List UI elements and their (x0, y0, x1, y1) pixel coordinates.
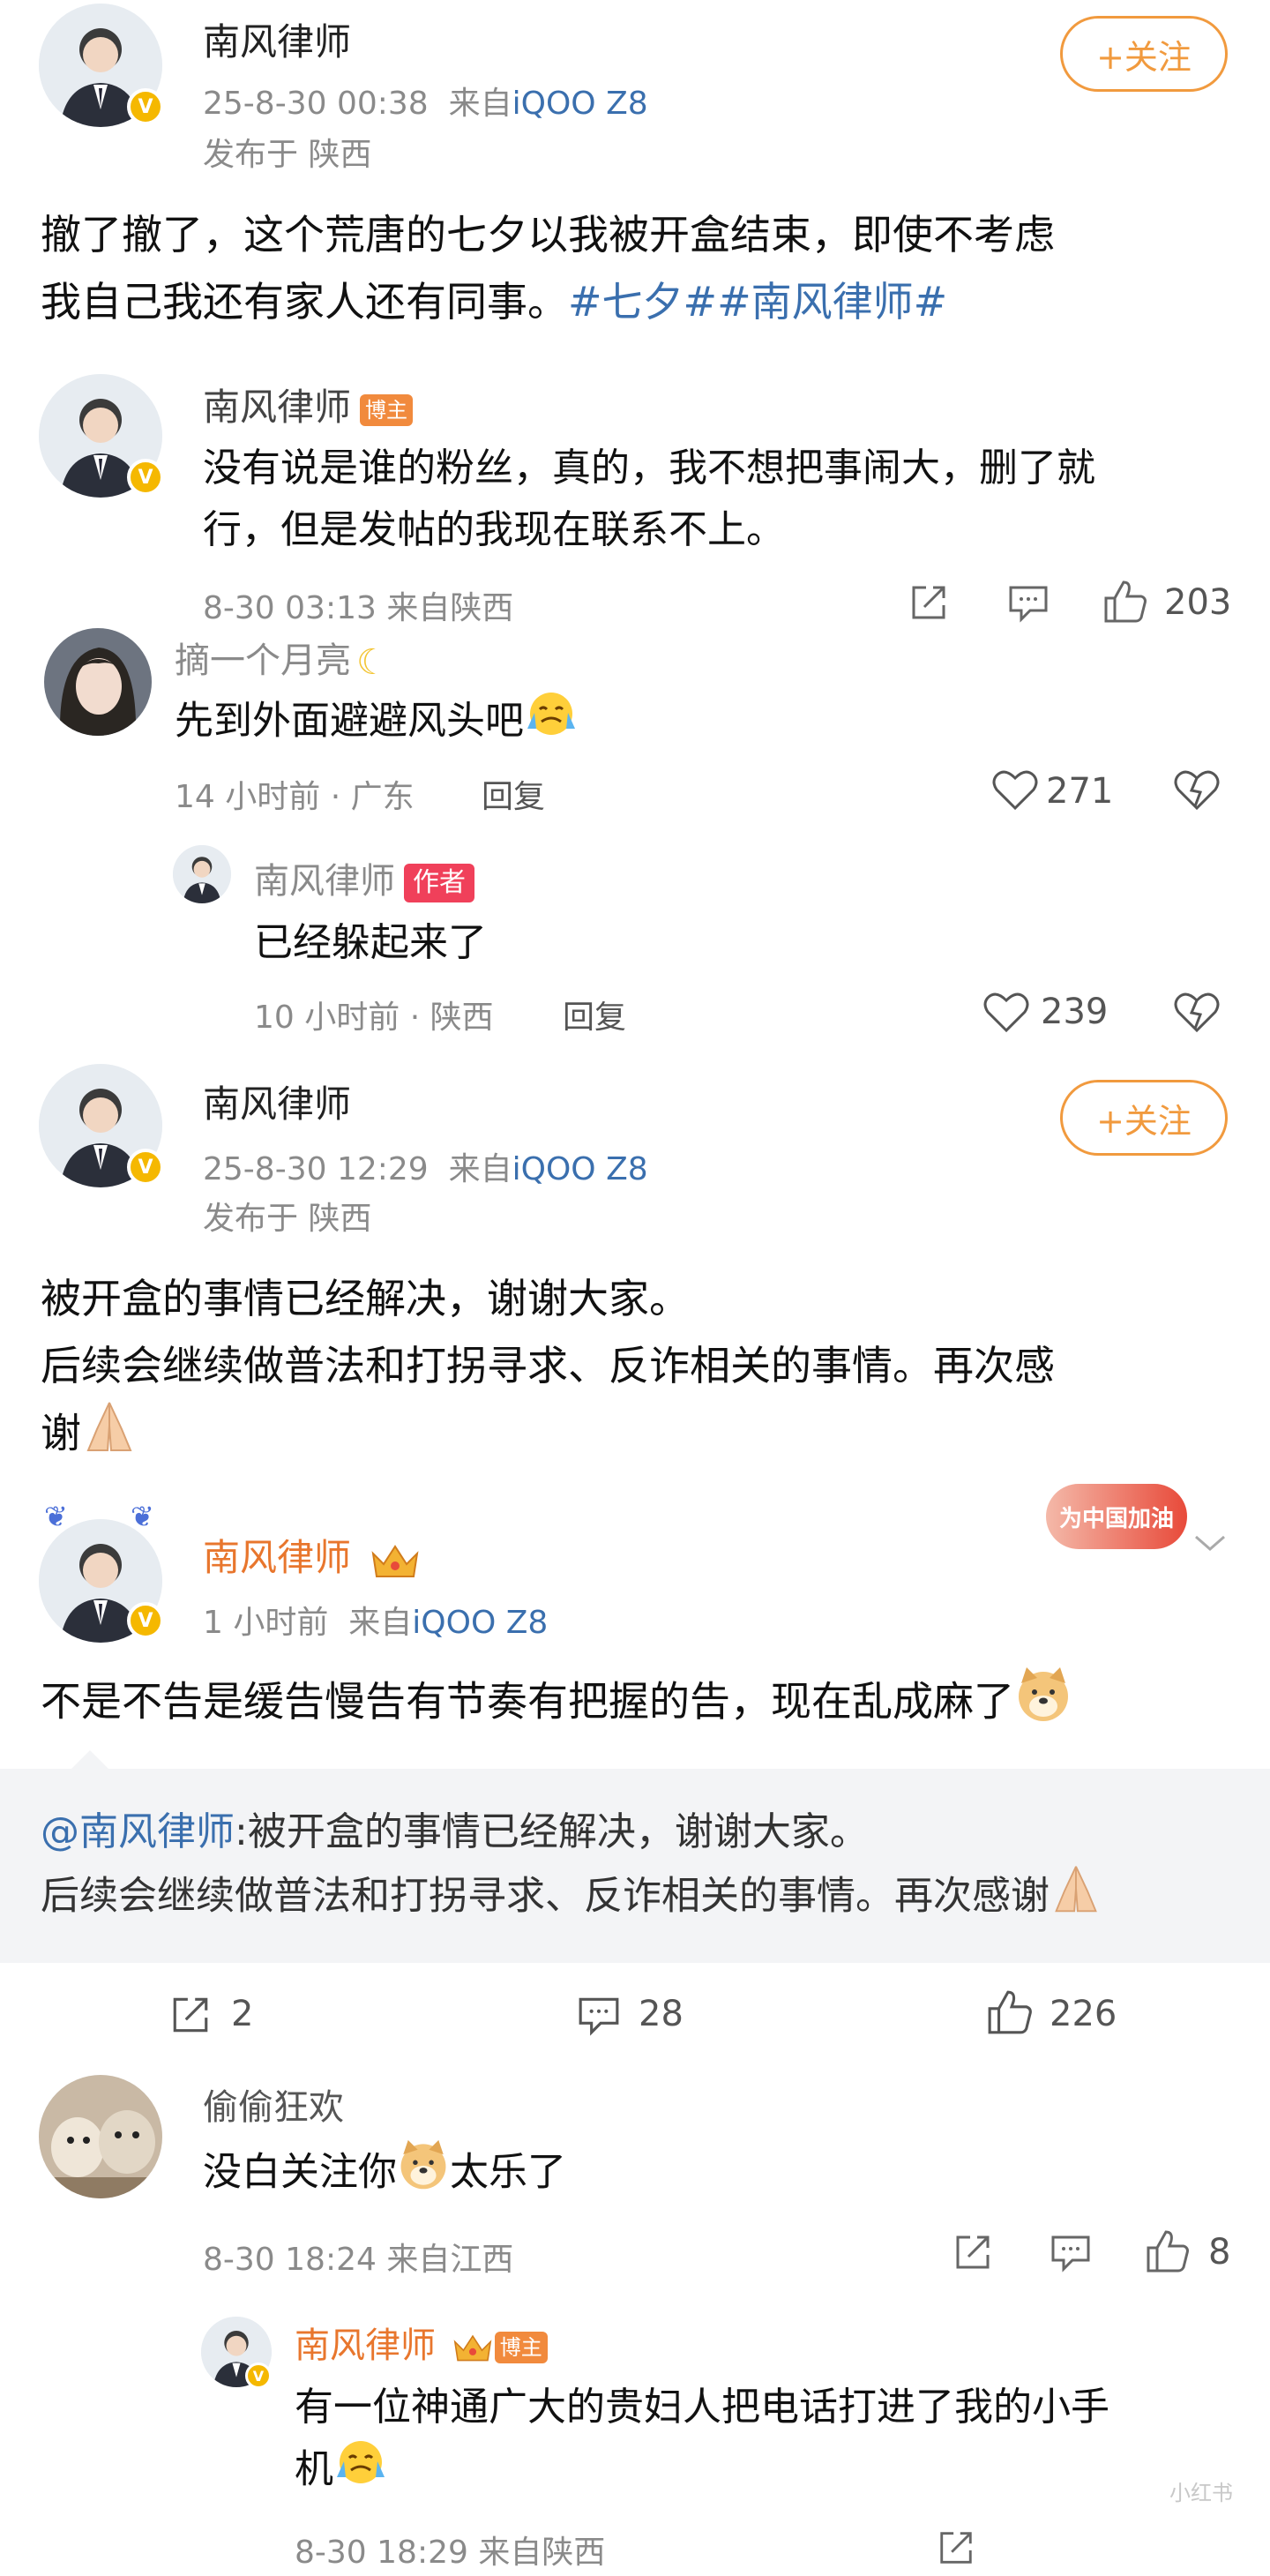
crown-icon (453, 2334, 492, 2362)
post-text: 撤了撤了，这个荒唐的七夕以我被开盒结束，即使不考虑 我自己我还有家人还有同事。#… (41, 201, 1240, 335)
comment-meta: 8-30 18:24 来自江西 (203, 2242, 514, 2278)
pray-emoji-icon (1050, 1863, 1102, 1933)
avatar[interactable] (44, 628, 152, 736)
repost-icon[interactable] (908, 582, 949, 623)
post-time: 25-8-30 00:38 (203, 86, 429, 122)
reply-meta: 8-30 18:29 来自陕西 (295, 2535, 606, 2571)
host-badge: 博主 (494, 2332, 548, 2363)
like-count: 226 (1050, 1994, 1117, 2034)
reply-text: 有一位神通广大的贵妇人把电话打进了我的小手 机 (295, 2377, 1247, 2505)
comment-count: 28 (639, 1994, 684, 2034)
comment-icon[interactable] (1050, 2232, 1092, 2273)
source-prefix: 来自 (448, 86, 512, 122)
quoted-text: @南风律师:被开盒的事情已经解决，谢谢大家。 后续会继续做普法和打拐寻求、反诈相… (41, 1801, 1258, 1933)
follow-button[interactable]: +关注 (1060, 1080, 1228, 1156)
dislike-heart-icon[interactable] (1173, 768, 1221, 812)
like-icon[interactable] (1102, 579, 1148, 625)
post-author-name[interactable]: 南风律师 (203, 1528, 422, 1582)
card-decoration: 为中国加油 (1046, 1484, 1187, 1549)
repost-icon[interactable] (169, 1994, 212, 2036)
like-icon[interactable] (986, 1988, 1034, 2036)
crying-emoji-icon (333, 2438, 388, 2505)
post-location: 发布于 陕西 (203, 1201, 372, 1237)
reply-button[interactable]: 回复 (482, 771, 545, 817)
post-meta: 25-8-30 00:38 来自iQOO Z8 (203, 78, 648, 124)
avatar[interactable] (173, 845, 231, 903)
repost-count: 2 (231, 1994, 254, 2034)
comment-text: 先到外面避避风头吧 (175, 690, 579, 756)
post-author-name[interactable]: 南风律师 (203, 1075, 351, 1128)
quote-pointer (71, 1750, 109, 1770)
comment-author-name[interactable]: 南风律师 博主 (203, 378, 414, 431)
verified-icon: V (127, 88, 164, 125)
comment-author-name[interactable]: 摘一个月亮 ☾ (175, 632, 388, 683)
crying-emoji-icon (524, 690, 579, 756)
comment-text: 没有说是谁的粉丝，真的，我不想把事闹大，删了就 行，但是发帖的我现在联系不上。 (203, 446, 1095, 552)
like-count: 203 (1164, 582, 1232, 623)
verified-icon: V (127, 1149, 164, 1186)
heart-icon[interactable] (991, 768, 1039, 812)
comment-icon[interactable] (577, 1994, 621, 2036)
post-meta: 1 小时前 来自iQOO Z8 (203, 1605, 549, 1641)
verified-icon: V (245, 2363, 272, 2389)
topic-link[interactable]: #七夕##南风律师# (568, 278, 947, 326)
mention-link[interactable]: @南风律师 (41, 1809, 235, 1854)
device-link[interactable]: iQOO Z8 (412, 1605, 548, 1641)
post-time: 1 小时前 (203, 1605, 329, 1641)
device-link[interactable]: iQOO Z8 (512, 1151, 648, 1187)
comment-text: 没白关注你 太乐了 (203, 2138, 566, 2210)
post-meta: 25-8-30 12:29 来自iQOO Z8 (203, 1151, 648, 1187)
like-count: 271 (1046, 771, 1114, 812)
dislike-heart-icon[interactable] (1173, 990, 1221, 1034)
reply-author-name[interactable]: 南风律师 博主 (295, 2317, 548, 2368)
chevron-down-icon[interactable] (1192, 1531, 1228, 1554)
comment-meta: 8-30 03:13 来自陕西 (203, 590, 514, 626)
post-text: 不是不告是缓告慢告有节奏有把握的告，现在乱成麻了 (41, 1666, 1258, 1743)
watermark: 小红书 (1169, 2481, 1233, 2505)
like-count: 239 (1041, 992, 1109, 1032)
reply-button[interactable]: 回复 (563, 992, 626, 1037)
post-text: 被开盒的事情已经解决，谢谢大家。 后续会继续做普法和打拐寻求、反诈相关的事情。再… (41, 1265, 1249, 1473)
repost-icon[interactable] (937, 2528, 975, 2567)
post-text-line: 我自己我还有家人还有同事。#七夕##南风律师# (41, 278, 948, 326)
author-badge: 作者 (404, 864, 474, 902)
pray-emoji-icon (81, 1399, 138, 1473)
host-badge: 博主 (360, 393, 414, 426)
avatar[interactable] (39, 2075, 162, 2198)
post-author-name[interactable]: 南风律师 (203, 12, 351, 66)
post-location: 发布于 陕西 (203, 137, 372, 173)
follow-button[interactable]: +关注 (1060, 16, 1228, 92)
heart-icon[interactable] (982, 990, 1030, 1034)
moon-icon: ☾ (356, 642, 388, 683)
reply-text: 已经躲起来了 (254, 920, 487, 965)
verified-icon: V (127, 459, 164, 496)
like-count: 8 (1208, 2232, 1231, 2273)
doge-emoji-icon (397, 2138, 450, 2210)
reply-author-name[interactable]: 南风律师 作者 (254, 852, 474, 903)
comment-icon[interactable] (1007, 582, 1050, 623)
repost-icon[interactable] (952, 2232, 993, 2273)
decoration-sparkle-icon: ❦ (44, 1500, 68, 1533)
doge-emoji-icon (1014, 1666, 1072, 1743)
crown-icon (371, 1544, 419, 1577)
comment-author-name[interactable]: 偷偷狂欢 (203, 2078, 344, 2130)
verified-icon: V (127, 1602, 164, 1639)
comment-meta: 14 小时前 · 广东 (175, 779, 415, 815)
device-link[interactable]: iQOO Z8 (512, 86, 648, 122)
reply-meta: 10 小时前 · 陕西 (254, 1000, 494, 1036)
post-text-line: 撤了撤了，这个荒唐的七夕以我被开盒结束，即使不考虑 (41, 211, 1055, 258)
post-time: 25-8-30 12:29 (203, 1151, 429, 1187)
like-icon[interactable] (1145, 2228, 1191, 2274)
